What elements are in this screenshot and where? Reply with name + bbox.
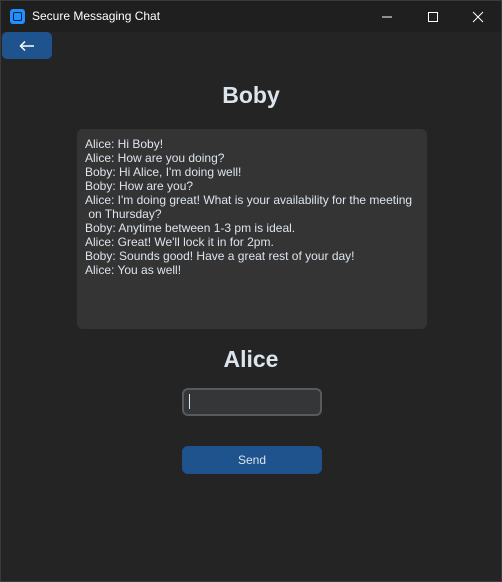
message-input[interactable] [182, 388, 322, 416]
minimize-button[interactable] [364, 1, 410, 32]
close-button[interactable] [455, 1, 501, 32]
chat-line: Alice: You as well! [85, 263, 182, 277]
user-name: Alice [223, 346, 279, 372]
text-caret [189, 394, 190, 409]
chat-line: Boby: Hi Alice, I'm doing well! [85, 165, 242, 179]
window-title: Secure Messaging Chat [32, 9, 161, 23]
close-icon [472, 11, 484, 22]
chat-line: Alice: How are you doing? [85, 151, 225, 165]
arrow-left-icon [19, 40, 34, 51]
chat-line: Alice: Great! We'll lock it in for 2pm. [85, 235, 274, 249]
chat-line: Boby: Anytime between 1-3 pm is ideal. [85, 221, 296, 235]
maximize-button[interactable] [410, 1, 456, 32]
app-window: Secure Messaging Chat Boby Alice: Hi Bob… [0, 0, 502, 582]
chat-line: Alice: I'm doing great! What is your ava… [85, 193, 413, 221]
chat-line: Boby: How are you? [85, 179, 194, 193]
send-button[interactable]: Send [182, 446, 322, 474]
app-icon-glyph [13, 12, 22, 21]
chat-history[interactable]: Alice: Hi Boby! Alice: How are you doing… [77, 129, 427, 329]
chat-line: Alice: Hi Boby! [85, 137, 164, 151]
title-bar[interactable]: Secure Messaging Chat [1, 1, 501, 32]
chat-line: Boby: Sounds good! Have a great rest of … [85, 249, 355, 263]
back-button[interactable] [2, 32, 52, 59]
minimize-icon [382, 16, 392, 17]
maximize-icon [428, 11, 438, 22]
chat-line-list: Alice: Hi Boby! Alice: How are you doing… [85, 137, 419, 277]
contact-name: Boby [222, 82, 280, 108]
app-icon [10, 9, 25, 24]
